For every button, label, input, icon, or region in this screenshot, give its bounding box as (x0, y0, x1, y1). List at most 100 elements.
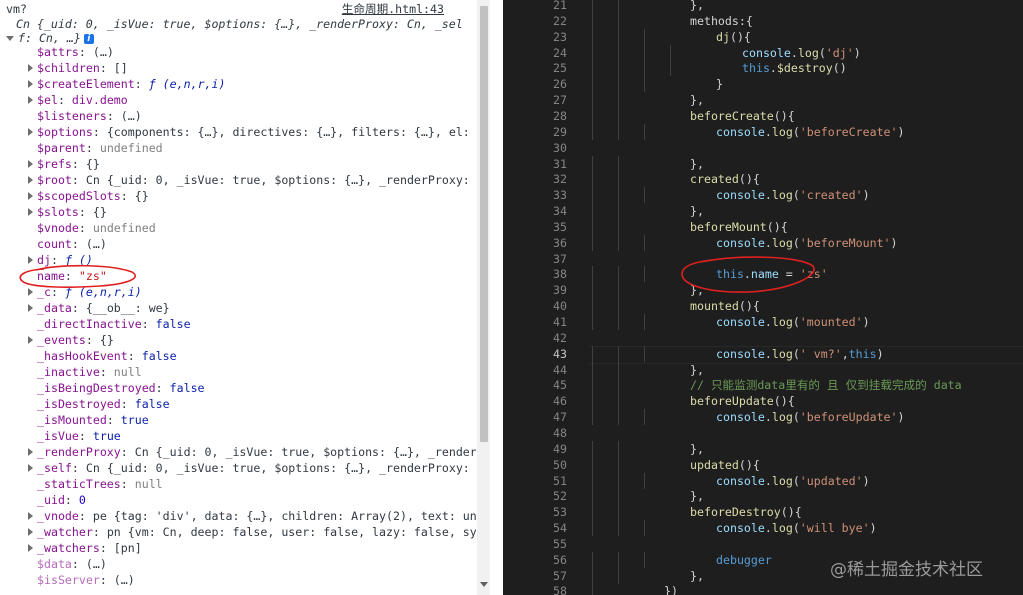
indent-guide (592, 298, 593, 315)
code-token: ) (869, 521, 877, 536)
scroll-down-arrow-icon[interactable] (480, 582, 488, 587)
property-value[interactable]: (…) (114, 573, 135, 587)
indent-guide (618, 440, 619, 457)
property-row[interactable]: $el: div.demo (28, 92, 128, 108)
property-row: count: (…) (37, 236, 107, 252)
code-token: (){ (773, 108, 795, 123)
expand-triangle-icon[interactable] (28, 304, 33, 312)
code-line[interactable]: debugger (716, 552, 772, 568)
code-token: console (716, 235, 765, 250)
code-line[interactable]: this.name = 'zs' (716, 266, 828, 282)
property-value[interactable]: (…) (121, 109, 142, 123)
property-row[interactable]: $refs: {} (28, 156, 100, 172)
code-line[interactable]: console.log('will bye') (716, 520, 877, 536)
property-value[interactable]: (…) (86, 557, 107, 571)
code-line[interactable]: }, (690, 0, 704, 13)
source-link[interactable]: 生命周期.html:43 (342, 1, 444, 17)
expand-triangle-icon[interactable] (28, 208, 33, 216)
property-row[interactable]: $options: {components: {…}, directives: … (28, 124, 470, 140)
code-line[interactable]: console.log(' vm?',this) (716, 346, 884, 362)
code-line[interactable]: console.log('beforeMount') (716, 235, 898, 251)
indent-guide (592, 155, 593, 172)
property-value[interactable]: (…) (93, 45, 114, 59)
line-number: 41 (553, 315, 567, 329)
property-row[interactable]: $children: [] (28, 60, 128, 76)
expand-triangle-icon[interactable] (28, 544, 33, 552)
expand-triangle-icon[interactable] (28, 160, 33, 168)
code-line[interactable]: }) (664, 583, 678, 595)
property-row[interactable]: _events: {} (28, 332, 114, 348)
expand-triangle-icon[interactable] (28, 336, 33, 344)
code-line[interactable]: console.log('mounted') (716, 314, 870, 330)
property-row[interactable]: $scopedSlots: {} (28, 188, 149, 204)
line-number: 53 (553, 505, 567, 520)
code-line[interactable]: }, (690, 203, 704, 219)
code-token: }, (690, 283, 704, 298)
property-row[interactable]: $root: Cn {_uid: 0, _isVue: true, $optio… (28, 172, 470, 188)
code-line[interactable]: mounted(){ (690, 298, 760, 314)
property-row[interactable]: _watcher: pn {vm: Cn, deep: false, user:… (28, 524, 476, 540)
expand-triangle-icon[interactable] (28, 256, 33, 264)
property-row[interactable]: _vnode: pe {tag: 'div', data: {…}, child… (28, 508, 476, 524)
expand-triangle-icon[interactable] (28, 96, 33, 104)
code-line[interactable]: console.log('dj') (742, 45, 861, 61)
code-line[interactable]: methods:{ (690, 13, 753, 29)
property-row[interactable]: $createElement: ƒ (e,n,r,i) (28, 76, 225, 92)
property-row[interactable]: dj: ƒ () (28, 252, 93, 268)
code-line[interactable]: beforeUpdate(){ (690, 393, 795, 409)
expand-triangle-icon[interactable] (28, 176, 33, 184)
code-line[interactable]: } (716, 76, 723, 92)
code-token: log (771, 315, 793, 329)
code-editor[interactable]: 21 22 23 24 25 26 27 28 29 30 31 32 33 34 35 36 37 38 39 40… (503, 0, 1023, 595)
expand-triangle-icon[interactable] (28, 512, 33, 520)
code-line[interactable]: }, (690, 568, 704, 584)
code-line[interactable]: dj(){ (716, 29, 751, 45)
code-line[interactable]: console.log('beforeCreate') (716, 124, 905, 140)
code-token: console (742, 45, 791, 60)
property-row[interactable]: _watchers: [pn] (28, 540, 142, 556)
code-line[interactable]: console.log('created') (716, 187, 870, 203)
scrollbar-thumb[interactable] (480, 6, 488, 442)
code-line[interactable]: updated(){ (690, 457, 760, 473)
expand-triangle-icon[interactable] (28, 528, 33, 536)
console-scrollbar[interactable] (477, 0, 490, 595)
code-token: 'mounted' (799, 315, 863, 329)
code-line[interactable]: this.$destroy() (742, 60, 847, 76)
expand-triangle-icon[interactable] (28, 64, 33, 72)
property-key: dj (37, 253, 51, 267)
expand-triangle-icon[interactable] (28, 288, 33, 296)
expand-triangle-icon[interactable] (6, 36, 14, 41)
code-line[interactable]: console.log('updated') (716, 473, 870, 489)
indent-guide (592, 567, 593, 584)
property-row[interactable]: $slots: {} (28, 204, 107, 220)
indent-guide (644, 44, 645, 61)
line-number: 37 (553, 251, 567, 266)
expand-triangle-icon[interactable] (28, 128, 33, 136)
code-line[interactable]: // 只能监测data里有的 且 仅到挂载完成的 data (690, 377, 962, 393)
expand-triangle-icon[interactable] (28, 448, 33, 456)
property-separator: : (141, 317, 156, 331)
code-line[interactable]: }, (690, 92, 704, 108)
property-row[interactable]: _data: {__ob__: we} (28, 300, 170, 316)
property-row: _isDestroyed: false (37, 396, 170, 412)
code-line[interactable]: }, (690, 362, 704, 378)
code-line[interactable]: created(){ (690, 171, 760, 187)
expand-triangle-icon[interactable] (28, 192, 33, 200)
code-token: 'beforeUpdate' (799, 410, 898, 425)
code-line[interactable]: beforeMount(){ (690, 219, 788, 235)
code-line[interactable]: }, (690, 441, 704, 457)
code-line[interactable]: beforeCreate(){ (690, 108, 795, 124)
property-row[interactable]: _self: Cn {_uid: 0, _isVue: true, $optio… (28, 460, 470, 476)
expand-triangle-icon[interactable] (28, 80, 33, 88)
code-line[interactable]: console.log('beforeUpdate') (716, 409, 905, 425)
expand-triangle-icon[interactable] (28, 464, 33, 472)
code-line[interactable]: }, (690, 488, 704, 504)
property-value[interactable]: (…) (86, 237, 107, 251)
code-line[interactable]: }, (690, 282, 704, 298)
code-token: log (771, 346, 793, 361)
code-line[interactable]: }, (690, 156, 704, 172)
info-icon[interactable]: i (83, 34, 94, 44)
property-row[interactable]: _c: ƒ (e,n,r,i) (28, 284, 142, 300)
code-line[interactable]: beforeDestroy(){ (690, 504, 802, 520)
property-row[interactable]: _renderProxy: Cn {_uid: 0, _isVue: true,… (28, 444, 476, 460)
